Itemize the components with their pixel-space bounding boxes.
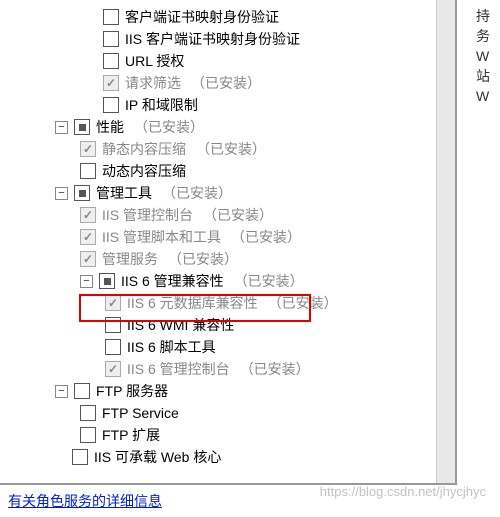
tree-item[interactable]: 客户端证书映射身份验证 [8, 6, 451, 28]
footer-link-area: 有关角色服务的详细信息 [8, 491, 162, 511]
checkbox-icon[interactable] [103, 75, 119, 91]
installed-badge: （已安装） [191, 72, 261, 95]
checkbox-icon[interactable] [103, 9, 119, 25]
item-label: 静态内容压缩 [102, 138, 186, 161]
collapse-icon[interactable]: − [55, 187, 68, 200]
item-label: IIS 可承载 Web 核心 [94, 446, 221, 469]
installed-badge: （已安装） [162, 182, 232, 205]
item-label: 请求筛选 [125, 72, 181, 95]
checkbox-icon[interactable] [74, 383, 90, 399]
tree-item[interactable]: IP 和域限制 [8, 94, 451, 116]
tree-item[interactable]: IIS 管理脚本和工具 （已安装） [8, 226, 451, 248]
installed-badge: （已安装） [168, 248, 238, 271]
collapse-icon[interactable]: − [80, 275, 93, 288]
tree-item[interactable]: 静态内容压缩 （已安装） [8, 138, 451, 160]
checkbox-icon[interactable] [80, 229, 96, 245]
checkbox-icon[interactable] [105, 361, 121, 377]
item-label: IIS 管理脚本和工具 [102, 226, 221, 249]
tree-item[interactable]: 请求筛选 （已安装） [8, 72, 451, 94]
tree-item-hostable[interactable]: IIS 可承载 Web 核心 [8, 446, 451, 468]
installed-badge: （已安装） [240, 358, 310, 381]
item-label: IIS 6 元数据库兼容性 [127, 292, 258, 315]
item-label: 客户端证书映射身份验证 [125, 6, 279, 29]
item-label: 管理服务 [102, 248, 158, 271]
installed-badge: （已安装） [203, 204, 273, 227]
item-label: IIS 管理控制台 [102, 204, 193, 227]
item-label: IIS 6 管理控制台 [127, 358, 230, 381]
tree-item-management-service[interactable]: 管理服务 （已安装） [8, 248, 451, 270]
tree-item[interactable]: IIS 6 WMI 兼容性 [8, 314, 451, 336]
item-label: IIS 客户端证书映射身份验证 [125, 28, 300, 51]
feature-tree-panel: 客户端证书映射身份验证 IIS 客户端证书映射身份验证 URL 授权 请求筛选 … [0, 0, 457, 485]
installed-badge: （已安装） [268, 292, 338, 315]
tree-group-management[interactable]: − 管理工具 （已安装） [8, 182, 451, 204]
checkbox-icon[interactable] [80, 251, 96, 267]
checkbox-icon[interactable] [99, 273, 115, 289]
group-label: 管理工具 [96, 182, 152, 205]
item-label: IP 和域限制 [125, 94, 198, 117]
checkbox-icon[interactable] [105, 339, 121, 355]
tree-item[interactable]: 动态内容压缩 [8, 160, 451, 182]
installed-badge: （已安装） [196, 138, 266, 161]
collapse-icon[interactable]: − [55, 121, 68, 134]
tree-group-ftp[interactable]: − FTP 服务器 [8, 380, 451, 402]
tree-item[interactable]: URL 授权 [8, 50, 451, 72]
checkbox-icon[interactable] [74, 185, 90, 201]
tree-group-iis6[interactable]: − IIS 6 管理兼容性 （已安装） [8, 270, 451, 292]
checkbox-icon[interactable] [80, 207, 96, 223]
cropped-side-text: 持 务 W 站 W [476, 6, 498, 106]
item-label: IIS 6 WMI 兼容性 [127, 314, 234, 337]
checkbox-icon[interactable] [103, 97, 119, 113]
item-label: 动态内容压缩 [102, 160, 186, 183]
checkbox-icon[interactable] [105, 295, 121, 311]
installed-badge: （已安装） [234, 270, 304, 293]
checkbox-icon[interactable] [103, 53, 119, 69]
tree-item[interactable]: IIS 6 元数据库兼容性 （已安装） [8, 292, 451, 314]
checkbox-icon[interactable] [72, 449, 88, 465]
item-label: FTP 扩展 [102, 424, 160, 447]
vertical-scrollbar[interactable] [436, 0, 455, 483]
group-label: 性能 [96, 116, 124, 139]
group-label: FTP 服务器 [96, 380, 168, 403]
feature-tree: 客户端证书映射身份验证 IIS 客户端证书映射身份验证 URL 授权 请求筛选 … [0, 0, 455, 472]
tree-item[interactable]: IIS 管理控制台 （已安装） [8, 204, 451, 226]
item-label: FTP Service [102, 402, 179, 425]
tree-item[interactable]: IIS 6 脚本工具 [8, 336, 451, 358]
item-label: URL 授权 [125, 50, 184, 73]
tree-group-performance[interactable]: − 性能 （已安装） [8, 116, 451, 138]
tree-item[interactable]: FTP 扩展 [8, 424, 451, 446]
watermark-text: https://blog.csdn.net/jhycjhyc [320, 484, 486, 499]
installed-badge: （已安装） [134, 116, 204, 139]
checkbox-icon[interactable] [103, 31, 119, 47]
checkbox-icon[interactable] [74, 119, 90, 135]
installed-badge: （已安装） [231, 226, 301, 249]
collapse-icon[interactable]: − [55, 385, 68, 398]
tree-item[interactable]: FTP Service [8, 402, 451, 424]
group-label: IIS 6 管理兼容性 [121, 270, 224, 293]
checkbox-icon[interactable] [80, 405, 96, 421]
checkbox-icon[interactable] [80, 427, 96, 443]
item-label: IIS 6 脚本工具 [127, 336, 216, 359]
checkbox-icon[interactable] [105, 317, 121, 333]
spacer [55, 452, 66, 463]
checkbox-icon[interactable] [80, 163, 96, 179]
tree-item[interactable]: IIS 6 管理控制台 （已安装） [8, 358, 451, 380]
role-services-info-link[interactable]: 有关角色服务的详细信息 [8, 493, 162, 509]
tree-item[interactable]: IIS 客户端证书映射身份验证 [8, 28, 451, 50]
checkbox-icon[interactable] [80, 141, 96, 157]
